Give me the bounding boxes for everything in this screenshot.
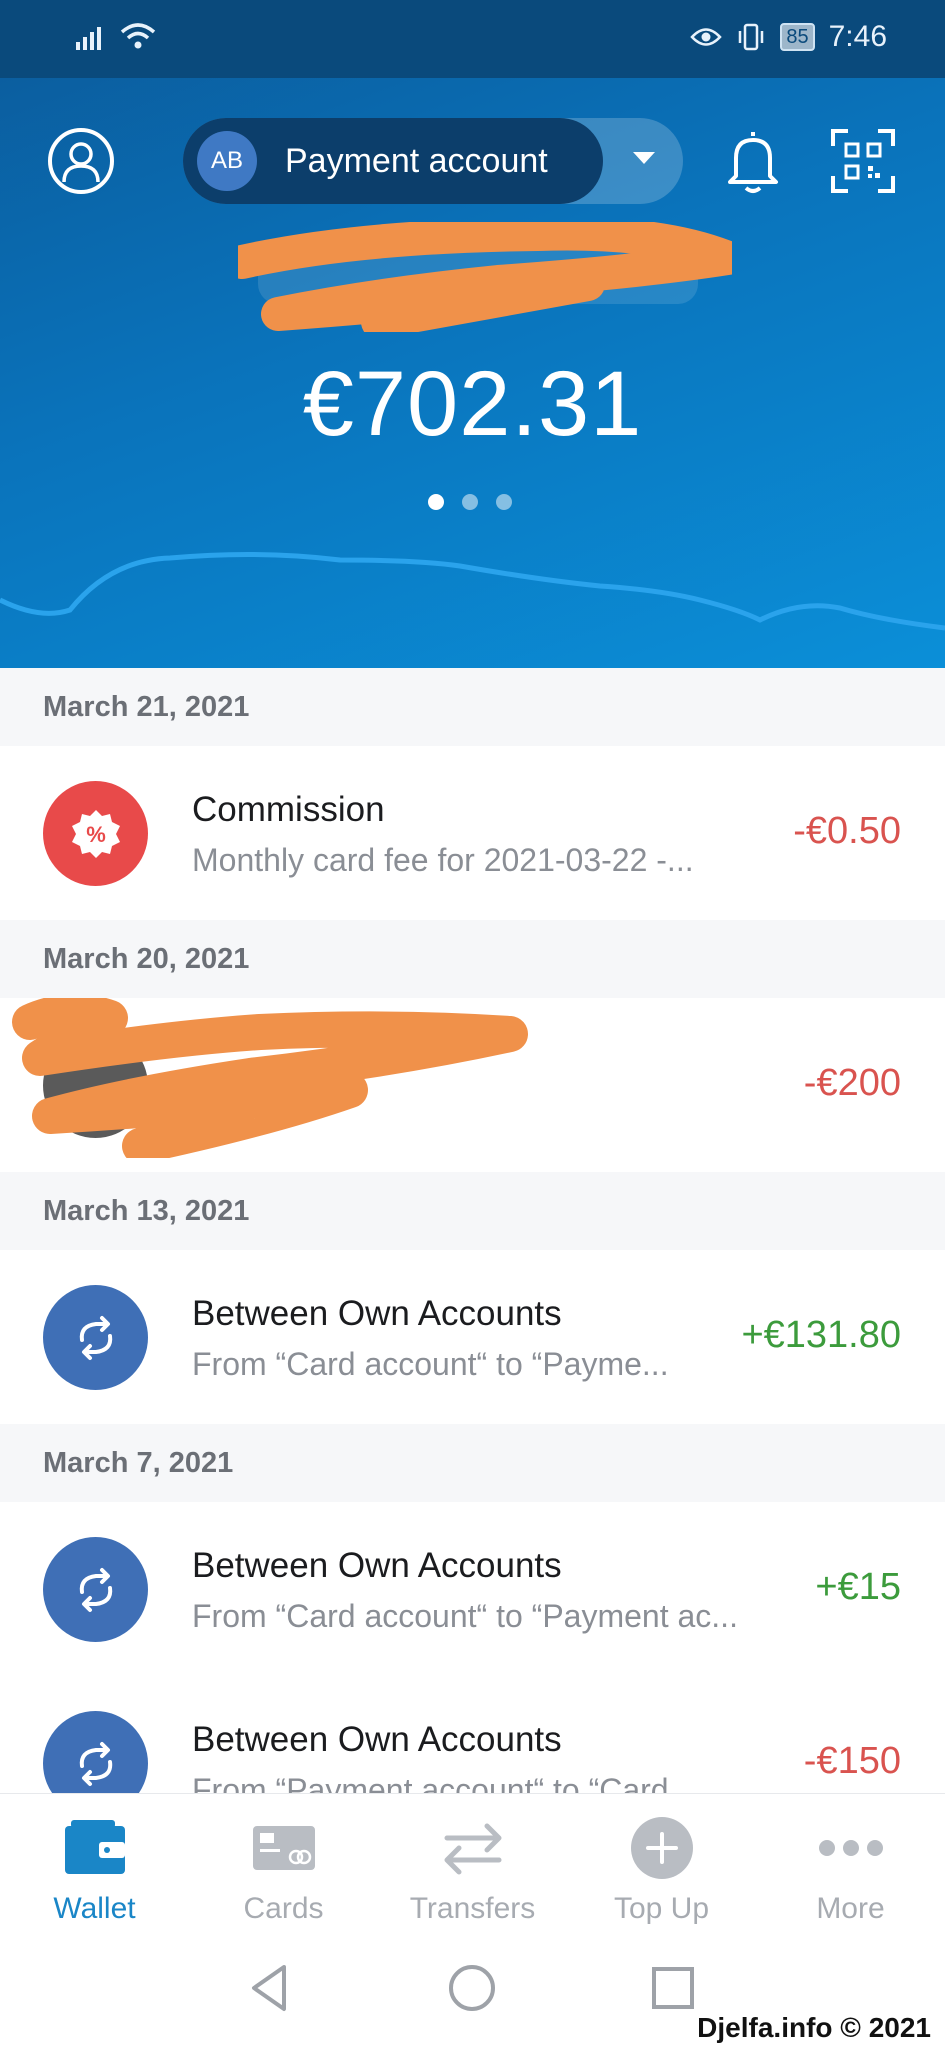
nav-top-up[interactable]: Top Up (567, 1794, 756, 1933)
watermark: Djelfa.info © 2021 (687, 2010, 941, 2046)
transaction-amount: -€200 (803, 1062, 901, 1104)
transaction-amount: -€150 (803, 1740, 901, 1782)
transaction-row[interactable]: -€200 (0, 998, 945, 1172)
account-selector[interactable]: AB Payment account (183, 118, 683, 204)
qr-scan-button[interactable] (830, 128, 896, 194)
bottom-navigation: Wallet Cards Transfers Top Up More (0, 1793, 945, 1933)
system-navigation-bar: Djelfa.info © 2021 (0, 1933, 945, 2048)
transaction-title: Between Own Accounts (192, 1720, 562, 1759)
transaction-description: From “Card account“ to “Payment ac... (192, 1598, 738, 1634)
carousel-dot[interactable] (496, 494, 512, 510)
more-icon (818, 1818, 883, 1878)
carousel-dot[interactable] (428, 494, 444, 510)
date-header: March 13, 2021 (0, 1172, 945, 1250)
date-header: March 20, 2021 (0, 920, 945, 998)
wallet-screen: 85 7:46 AB Payment account €702.31 March… (0, 0, 945, 2048)
home-icon[interactable] (447, 1963, 497, 2013)
transaction-row[interactable]: Between Own Accounts From “Payment accou… (0, 1676, 945, 1793)
account-balance: €702.31 (302, 353, 643, 455)
carousel-indicator[interactable] (428, 494, 512, 510)
nav-label: Cards (243, 1892, 324, 1925)
exchange-icon (43, 1285, 148, 1390)
redaction-scribble (12, 998, 528, 1158)
transaction-list[interactable]: March 21, 2021 % Commission Monthly card… (0, 668, 945, 1793)
transaction-amount: -€0.50 (793, 810, 901, 852)
chevron-down-icon (633, 152, 655, 164)
carousel-dot[interactable] (462, 494, 478, 510)
status-bar: 85 7:46 (0, 0, 945, 78)
transaction-row[interactable]: Between Own Accounts From “Card account“… (0, 1250, 945, 1424)
account-selector-inner: AB Payment account (183, 118, 603, 204)
exchange-icon (43, 1711, 148, 1793)
signal-indicators (76, 22, 156, 50)
eye-icon (690, 28, 723, 46)
bell-icon (728, 132, 778, 193)
back-icon[interactable] (246, 1963, 296, 2013)
recents-icon[interactable] (648, 1963, 698, 2013)
transaction-description: From “Card account“ to “Payme... (192, 1346, 669, 1382)
user-icon (62, 142, 100, 183)
transaction-title: Between Own Accounts (192, 1294, 562, 1333)
exchange-icon (43, 1537, 148, 1642)
nav-wallet[interactable]: Wallet (0, 1794, 189, 1933)
transaction-amount: +€15 (815, 1566, 901, 1608)
profile-button[interactable] (48, 128, 114, 194)
svg-text:%: % (86, 822, 106, 847)
nav-transfers[interactable]: Transfers (378, 1794, 567, 1933)
date-header: March 7, 2021 (0, 1424, 945, 1502)
transaction-amount: +€131.80 (741, 1314, 901, 1356)
signal-icon (76, 27, 101, 50)
balance-history-wave (0, 551, 945, 631)
transfer-icon (441, 1818, 505, 1878)
nav-label: Transfers (409, 1892, 536, 1925)
nav-cards[interactable]: Cards (189, 1794, 378, 1933)
date-header: March 21, 2021 (0, 668, 945, 746)
transaction-row[interactable]: % Commission Monthly card fee for 2021-0… (0, 746, 945, 920)
vibrate-icon (739, 23, 764, 51)
card-icon (252, 1818, 316, 1878)
battery-indicator: 85 (780, 23, 815, 51)
account-avatar: AB (197, 131, 257, 191)
nav-label: Wallet (53, 1892, 136, 1925)
account-name: Payment account (285, 141, 548, 180)
transaction-description: Monthly card fee for 2021-03-22 -... (192, 842, 694, 878)
redaction-scribble (238, 222, 732, 332)
transaction-description: From “Payment account“ to “Card... (192, 1772, 696, 1793)
nav-label: More (816, 1892, 885, 1925)
transaction-title: Commission (192, 790, 385, 829)
status-right: 85 7:46 (690, 20, 887, 54)
transaction-title: Between Own Accounts (192, 1546, 562, 1585)
nav-more[interactable]: More (756, 1794, 945, 1933)
transaction-row[interactable]: Between Own Accounts From “Card account“… (0, 1502, 945, 1676)
clock: 7:46 (828, 20, 887, 53)
qr-code-icon (831, 129, 895, 193)
percent-icon: % (43, 781, 148, 886)
nav-label: Top Up (613, 1892, 710, 1925)
plus-circle-icon (630, 1817, 694, 1879)
notifications-button[interactable] (722, 126, 784, 196)
wifi-icon (120, 23, 156, 49)
account-header: 85 7:46 AB Payment account €702.31 (0, 0, 945, 668)
wallet-icon (63, 1818, 127, 1878)
